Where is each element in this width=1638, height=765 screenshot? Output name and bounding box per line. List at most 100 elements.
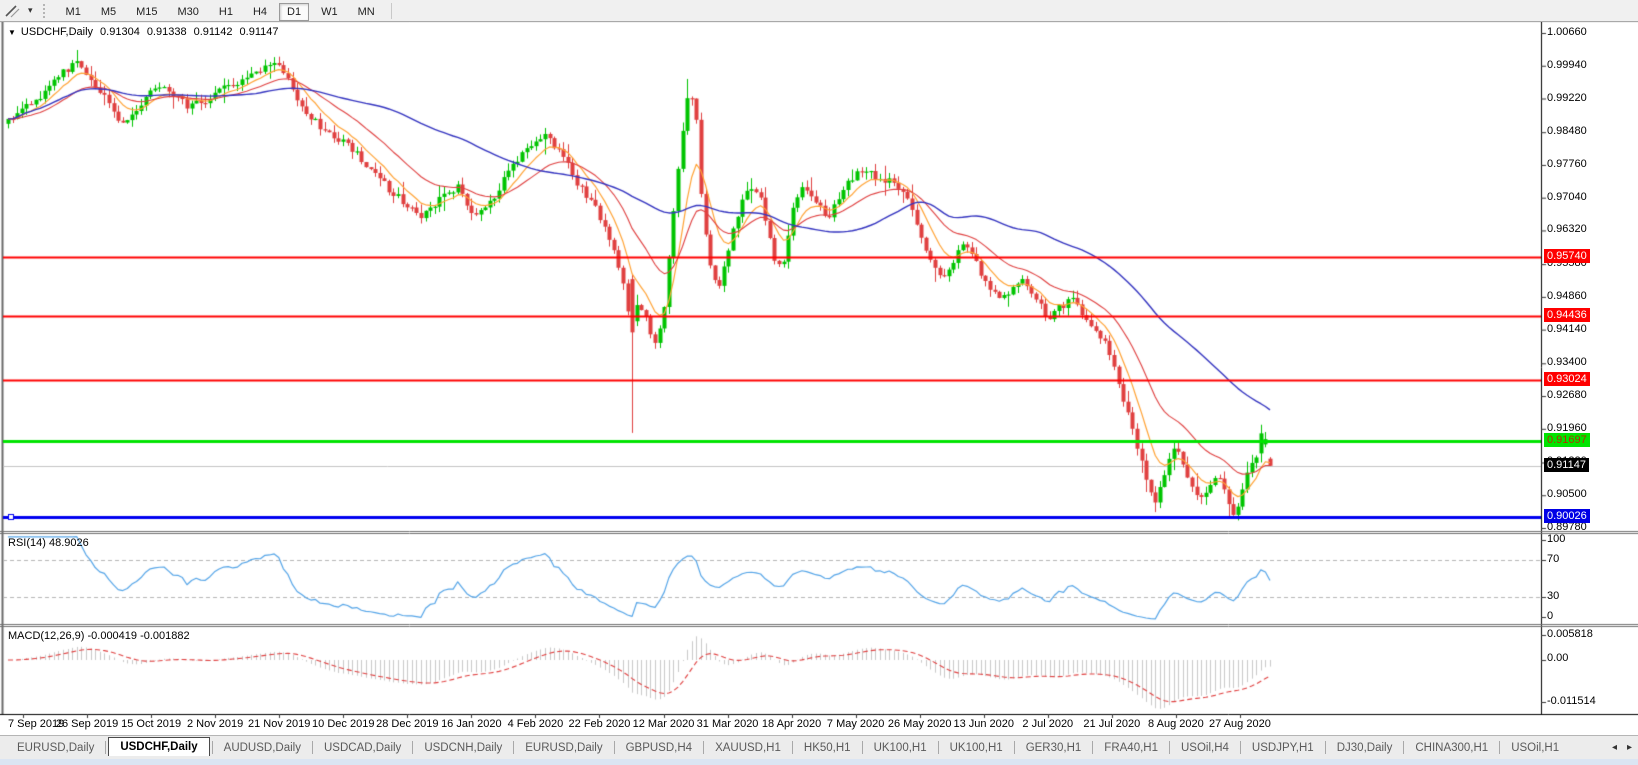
date-tick-label: 22 Feb 2020 — [568, 718, 631, 730]
line-tool-dropdown-icon[interactable]: ▾ — [24, 5, 37, 16]
timeframe-M30[interactable]: M30 — [170, 3, 207, 21]
date-tick-label: 15 Oct 2019 — [121, 718, 182, 730]
chart-tab-uk100-h1[interactable]: UK100,H1 — [941, 739, 1012, 757]
chart-tab-usoil-h1[interactable]: USOil,H1 — [1502, 739, 1568, 757]
macd-indicator-label: MACD(12,26,9) -0.000419 -0.001882 — [8, 630, 190, 642]
tab-divider — [1324, 741, 1326, 754]
price-tick: 0.89780 — [1547, 521, 1587, 533]
date-tick-label: 2 Jul 2020 — [1022, 718, 1074, 730]
indicator-axis-tick: 0.005818 — [1547, 628, 1593, 640]
line-tool-icon[interactable] — [2, 2, 24, 20]
price-line-label: 0.95740 — [1544, 248, 1590, 263]
date-tick-label: 13 Jun 2020 — [953, 718, 1015, 730]
chart-tab-bar: EURUSD,Daily USDCHF,Daily AUDUSD,Daily USDC… — [0, 735, 1638, 759]
toolbar: ▾ M1 M5 M15 M30 H1 H4 D1 W1 MN — [0, 0, 1638, 22]
tab-divider — [613, 741, 615, 754]
date-tick-label: 8 Aug 2020 — [1148, 718, 1204, 730]
price-tick: 0.99220 — [1547, 91, 1587, 104]
price-tick: 0.93400 — [1547, 356, 1587, 369]
macd-name: MACD(12,26,9) — [8, 630, 85, 642]
price-tick: 0.97040 — [1547, 190, 1587, 203]
chart-tab-xauusd-h1[interactable]: XAUUSD,H1 — [706, 739, 790, 757]
indicator-axis-tick: -0.011514 — [1547, 695, 1596, 707]
tab-divider — [513, 741, 515, 754]
tab-divider — [105, 741, 107, 754]
indicator-axis-tick: 30 — [1547, 590, 1560, 602]
symbol-period-label: USDCHF,Daily — [20, 26, 94, 38]
date-tick-label: 16 Jan 2020 — [441, 718, 502, 730]
price-tick: 0.94860 — [1547, 289, 1587, 302]
timeframe-MN[interactable]: MN — [350, 3, 383, 21]
tab-divider — [1499, 741, 1501, 754]
chart-tab-china300-h1[interactable]: CHINA300,H1 — [1406, 739, 1497, 757]
chart-tab-usdchf-daily[interactable]: USDCHF,Daily — [108, 737, 210, 756]
indicator-axis-tick: 100 — [1547, 533, 1566, 545]
timeframe-H1[interactable]: H1 — [211, 3, 241, 21]
timeframe-W1[interactable]: W1 — [313, 3, 346, 21]
date-tick-label: 26 May 2020 — [887, 718, 952, 730]
toolbar-separator — [390, 2, 392, 19]
tab-scroll-left-icon[interactable]: ◂ — [1612, 742, 1617, 753]
high-value: 0.91338 — [146, 26, 187, 38]
price-tick: 0.90500 — [1547, 488, 1587, 501]
price-tick: 0.99940 — [1547, 58, 1587, 71]
price-tick: 1.00660 — [1547, 26, 1587, 38]
price-line-label: 0.91147 — [1544, 457, 1589, 472]
price-tick: 0.94140 — [1547, 322, 1587, 335]
indicator-axis-tick: 0.00 — [1547, 652, 1569, 664]
price-line-label: 0.93024 — [1544, 372, 1590, 387]
tab-divider — [861, 741, 863, 754]
close-value: 0.91147 — [239, 26, 279, 38]
tab-divider — [1168, 741, 1170, 754]
price-tick: 0.97760 — [1547, 157, 1587, 170]
macd-signal-value: -0.001882 — [140, 630, 190, 642]
chart-tab-eurusd-daily[interactable]: EURUSD,Daily — [516, 739, 611, 757]
timeframe-M1[interactable]: M1 — [58, 3, 89, 21]
tab-divider — [1403, 741, 1405, 754]
chart-tab-dj30-daily[interactable]: DJ30,Daily — [1328, 739, 1402, 757]
collapse-icon[interactable]: ▼ — [8, 28, 16, 37]
chart-tab-usdjpy-h1[interactable]: USDJPY,H1 — [1243, 739, 1323, 757]
status-strip — [0, 759, 1638, 765]
rsi-indicator-label: RSI(14) 48.9026 — [8, 537, 89, 549]
rsi-value: 48.9026 — [48, 537, 89, 549]
date-tick-label: 12 Mar 2020 — [632, 718, 695, 730]
price-line-label: 0.91697 — [1544, 432, 1590, 447]
price-line-label: 0.94436 — [1544, 308, 1590, 323]
low-value: 0.91142 — [193, 26, 233, 38]
price-tick: 0.96320 — [1547, 223, 1587, 236]
toolbar-grip[interactable] — [42, 3, 49, 18]
chart-tab-eurusd-daily[interactable]: EURUSD,Daily — [8, 739, 103, 757]
chart-tab-ger30-h1[interactable]: GER30,H1 — [1017, 739, 1091, 757]
timeframe-D1[interactable]: D1 — [279, 2, 310, 21]
tab-divider — [1092, 741, 1094, 754]
mt4-window: ▾ M1 M5 M15 M30 H1 H4 D1 W1 MN ▼ USDCHF,Daily 0.91… — [0, 0, 1638, 765]
chart-tab-usdcnh-daily[interactable]: USDCNH,Daily — [415, 739, 511, 757]
indicator-axis-tick: 0 — [1547, 610, 1554, 622]
chart-tab-gbpusd-h4[interactable]: GBPUSD,H4 — [617, 739, 701, 757]
date-tick-label: 7 May 2020 — [826, 718, 885, 730]
tab-scroll-arrows: ◂ ▸ — [1612, 742, 1632, 753]
timeframe-M15[interactable]: M15 — [128, 3, 165, 21]
tab-divider — [791, 741, 793, 754]
date-tick-label: 28 Dec 2019 — [376, 718, 439, 730]
chart-tab-audusd-daily[interactable]: AUDUSD,Daily — [215, 739, 310, 757]
date-tick-label: 4 Feb 2020 — [507, 718, 564, 730]
chart-tab-usoil-h4[interactable]: USOil,H4 — [1172, 739, 1238, 757]
price-chart-canvas[interactable] — [0, 0, 1638, 765]
tab-scroll-right-icon[interactable]: ▸ — [1627, 742, 1632, 753]
chart-tab-hk50-h1[interactable]: HK50,H1 — [795, 739, 860, 757]
date-tick-label: 18 Apr 2020 — [761, 718, 822, 730]
tab-divider — [412, 741, 414, 754]
chart-tab-usdcad-daily[interactable]: USDCAD,Daily — [315, 739, 410, 757]
timeframe-H4[interactable]: H4 — [245, 3, 275, 21]
date-tick-label: 2 Nov 2019 — [187, 718, 244, 730]
timeframe-M5[interactable]: M5 — [93, 3, 124, 21]
chart-tab-fra40-h1[interactable]: FRA40,H1 — [1095, 739, 1167, 757]
price-tick: 0.98480 — [1547, 125, 1587, 138]
date-tick-label: 21 Jul 2020 — [1083, 718, 1141, 730]
tab-divider — [1239, 741, 1241, 754]
tab-divider — [1013, 741, 1015, 754]
tab-divider — [211, 741, 213, 754]
chart-tab-uk100-h1[interactable]: UK100,H1 — [865, 739, 936, 757]
